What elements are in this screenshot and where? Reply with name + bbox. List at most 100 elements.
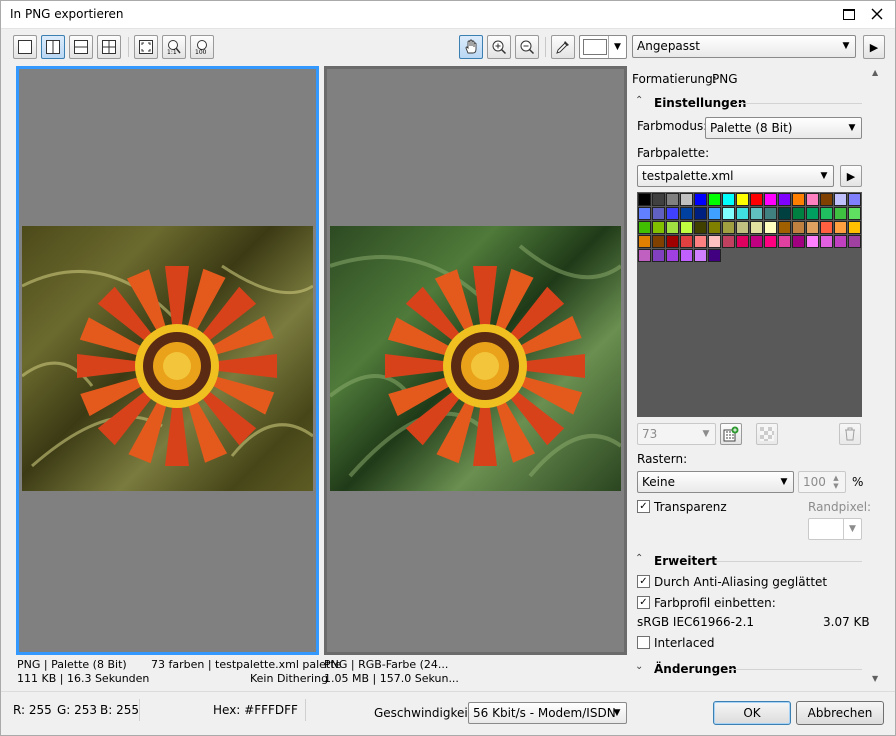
fit-to-window-button[interactable] [134,35,158,59]
palette-swatch[interactable] [652,221,665,234]
palette-swatch[interactable] [722,207,735,220]
zoom-mode-select[interactable]: Angepasst ▼ [632,35,856,58]
interlaced-checkbox[interactable] [637,636,650,649]
palette-menu-button[interactable]: ▶ [840,165,862,187]
palette-swatch[interactable] [708,235,721,248]
speed-select[interactable]: 56 Kbit/s - Modem/ISDN ▼ [468,702,627,724]
split-vertical-view-button[interactable] [41,35,65,59]
palette-swatch[interactable] [736,235,749,248]
palette-swatch[interactable] [806,193,819,206]
palette-swatch[interactable] [778,193,791,206]
palette-swatch[interactable] [792,221,805,234]
preview-pane-optimized[interactable] [16,66,319,655]
palette-swatch[interactable] [708,207,721,220]
palette-swatch[interactable] [834,221,847,234]
collapse-icon[interactable]: ⌃ [635,95,643,106]
cancel-button[interactable]: Abbrechen [796,701,884,725]
palette-swatch[interactable] [848,193,861,206]
zoom-out-button[interactable] [515,35,539,59]
palette-swatch[interactable] [708,249,721,262]
palette-select[interactable]: testpalette.xml ▼ [637,165,834,187]
palette-swatch[interactable] [848,221,861,234]
embed-profile-checkbox[interactable]: ✓ [637,596,650,609]
palette-swatch[interactable] [848,235,861,248]
palette-swatch[interactable] [736,193,749,206]
palette-swatch[interactable] [764,207,777,220]
palette-swatch[interactable] [792,207,805,220]
palette-swatch[interactable] [694,221,707,234]
palette-swatch[interactable] [750,235,763,248]
eyedropper-button[interactable] [551,35,575,59]
palette-swatch[interactable] [820,221,833,234]
palette-swatch[interactable] [694,207,707,220]
transparency-checkbox[interactable]: ✓ [637,500,650,513]
palette-swatch[interactable] [652,207,665,220]
palette-swatch[interactable] [694,193,707,206]
section-settings-heading[interactable]: Einstellungen [654,96,746,110]
zoom-100-button[interactable]: 100 [190,35,214,59]
palette-swatch[interactable] [722,221,735,234]
zoom-menu-button[interactable]: ▶ [863,35,885,59]
palette-swatch[interactable] [638,249,651,262]
dither-select[interactable]: Keine ▼ [637,471,794,493]
palette-swatch[interactable] [652,249,665,262]
palette-swatch[interactable] [638,221,651,234]
close-button[interactable] [865,3,889,25]
palette-swatch[interactable] [806,235,819,248]
palette-swatch[interactable] [638,207,651,220]
palette-swatch[interactable] [834,235,847,248]
palette-swatch[interactable] [638,235,651,248]
palette-swatch[interactable] [638,193,651,206]
palette-swatch[interactable] [680,235,693,248]
single-view-button[interactable] [13,35,37,59]
palette-swatch[interactable] [834,193,847,206]
palette-swatch[interactable] [764,221,777,234]
palette-swatch[interactable] [750,207,763,220]
palette-swatch[interactable] [708,221,721,234]
color-mode-select[interactable]: Palette (8 Bit) ▼ [705,117,862,139]
background-color-picker[interactable]: ▼ [579,35,627,59]
palette-swatch[interactable] [722,235,735,248]
palette-swatch[interactable] [736,221,749,234]
palette-swatch[interactable] [666,235,679,248]
palette-swatch[interactable] [708,193,721,206]
palette-swatch[interactable] [680,249,693,262]
palette-swatch[interactable] [666,221,679,234]
section-changes-heading[interactable]: Änderungen [654,662,737,676]
palette-swatch[interactable] [680,207,693,220]
palette-swatch[interactable] [834,207,847,220]
palette-swatch[interactable] [778,207,791,220]
palette-swatch[interactable] [778,221,791,234]
antialias-checkbox[interactable]: ✓ [637,575,650,588]
pan-tool-button[interactable] [459,35,483,59]
palette-swatch[interactable] [764,235,777,248]
palette-swatch[interactable] [680,221,693,234]
palette-swatch[interactable] [806,221,819,234]
maximize-button[interactable] [837,3,861,25]
palette-swatch[interactable] [792,193,805,206]
palette-swatch[interactable] [792,235,805,248]
palette-swatch[interactable] [652,193,665,206]
section-advanced-heading[interactable]: Erweitert [654,554,717,568]
palette-swatch[interactable] [820,235,833,248]
palette-swatch[interactable] [652,235,665,248]
palette-swatch[interactable] [680,193,693,206]
palette-swatch[interactable] [666,207,679,220]
palette-swatch[interactable] [806,207,819,220]
ok-button[interactable]: OK [713,701,791,725]
palette-swatch[interactable] [666,193,679,206]
palette-swatch[interactable] [848,207,861,220]
palette-swatch[interactable] [666,249,679,262]
expand-icon[interactable]: ⌄ [635,661,643,672]
palette-swatch[interactable] [750,193,763,206]
palette-swatch[interactable] [694,249,707,262]
zoom-actual-size-button[interactable]: 1:1 [162,35,186,59]
add-color-button[interactable] [720,423,742,445]
palette-swatch[interactable] [778,235,791,248]
palette-swatch[interactable] [736,207,749,220]
quad-view-button[interactable] [97,35,121,59]
palette-swatch[interactable] [750,221,763,234]
settings-scrollbar[interactable]: ▲ ▼ [869,66,884,690]
palette-swatch[interactable] [820,207,833,220]
preview-pane-original[interactable] [324,66,627,655]
